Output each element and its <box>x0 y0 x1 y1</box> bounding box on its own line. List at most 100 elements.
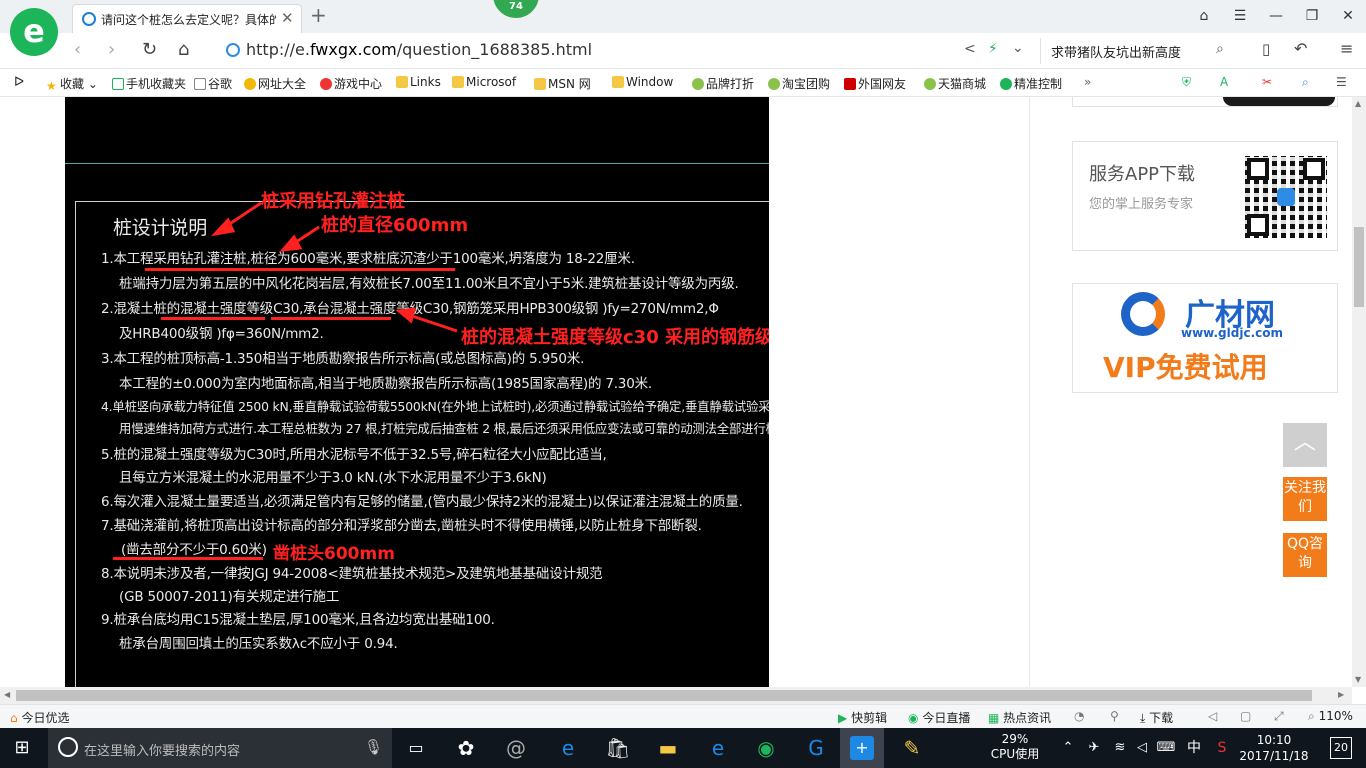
refresh-icon[interactable]: ↻ <box>142 39 157 60</box>
vertical-scrollbar[interactable]: ▲ ▼ <box>1352 97 1366 687</box>
sogou-icon[interactable]: S <box>1208 735 1236 761</box>
action-center-badge[interactable]: 20 <box>1330 737 1352 759</box>
clock-time: 10:10 <box>1256 733 1292 747</box>
restore-button[interactable]: ❐ <box>1294 0 1330 33</box>
bookmark-mobile[interactable]: 手机收藏夹 <box>112 75 186 92</box>
horizontal-scrollbar[interactable]: ◀ ▶ <box>0 687 1352 704</box>
gldjc-ad-card[interactable]: 广材网 www.gldjc.com VIP免费试用 <box>1072 283 1338 393</box>
bookmark-precise[interactable]: 精准控制 <box>1000 75 1062 92</box>
ad-cta: VIP免费试用 <box>1103 351 1268 384</box>
status-news[interactable]: ▦ 热点资讯 <box>988 709 1051 726</box>
bookmark-tmall[interactable]: 天猫商城 <box>924 75 986 92</box>
qq-consult-button[interactable]: QQ咨询 <box>1283 533 1327 577</box>
windows-taskbar: ⊞ 在这里输入你要搜索的内容 🎙 ▭ ✿ @ e 🛍 ▬ e ◉ G + ✎ 2… <box>0 728 1366 768</box>
bookmark-brand-sale[interactable]: 品牌打折 <box>692 75 754 92</box>
address-bar[interactable]: http://e.fwxgx.com/question_1688385.html <box>222 38 962 64</box>
tray-expand-icon[interactable]: ⌃ <box>1054 735 1082 761</box>
new-tab-button[interactable]: + <box>310 3 327 27</box>
phone-icon[interactable]: ▯ <box>1262 40 1270 58</box>
bookmark-links[interactable]: Links <box>396 75 441 89</box>
scroll-right-icon[interactable]: ▶ <box>1338 690 1344 699</box>
ie-icon[interactable]: e <box>704 735 732 761</box>
scroll-down-icon[interactable]: ▼ <box>1355 675 1361 684</box>
bookmark-foreign[interactable]: 外国网友 <box>844 75 906 92</box>
store-icon[interactable]: 🛍 <box>604 735 632 761</box>
keyboard-icon[interactable]: ⌨ <box>1152 735 1180 761</box>
scroll-up-icon[interactable]: ▲ <box>1355 99 1361 108</box>
cpu-usage-widget[interactable]: 29% CPU使用 <box>980 732 1050 762</box>
notepad-icon[interactable]: ✎ <box>898 735 926 761</box>
menu-icon[interactable]: ☰ <box>1222 0 1258 33</box>
forward-icon[interactable]: › <box>108 39 115 60</box>
app-download-card[interactable]: 服务APP下载 您的掌上服务专家 <box>1072 141 1338 251</box>
glodon-icon[interactable]: G <box>802 735 830 761</box>
scrollbar-thumb[interactable] <box>16 690 1312 701</box>
task-view-icon[interactable]: ▭ <box>402 735 430 761</box>
scissors-icon[interactable]: ✂ <box>1262 75 1272 89</box>
search-icon[interactable]: ⌕ <box>1216 41 1224 57</box>
pinwheel-app-icon[interactable]: ✿ <box>452 735 480 761</box>
edge-icon[interactable]: e <box>554 735 582 761</box>
more-menu-icon[interactable]: ≡ <box>1340 39 1353 58</box>
arrowhead <box>279 234 303 252</box>
taskbar-search-box[interactable]: 在这里输入你要搜索的内容 🎙 <box>48 728 392 768</box>
zoom-level[interactable]: ⌕ 110% <box>1308 709 1353 724</box>
browser-tab[interactable]: 请问这个桩怎么去定义呢？具体的 ✕ <box>72 4 302 33</box>
swirl-app-icon[interactable]: @ <box>502 735 530 761</box>
fullscreen-icon[interactable]: ⤢ <box>1274 709 1284 724</box>
speed-icon[interactable]: ◔ <box>1074 709 1084 723</box>
status-quick-edit[interactable]: ▶ 快剪辑 <box>838 709 887 726</box>
bookmark-google[interactable]: 谷歌 <box>194 75 232 92</box>
bookmark-sites[interactable]: 网址大全 <box>244 75 306 92</box>
bookmark-windows[interactable]: Window <box>612 75 673 89</box>
window-icon[interactable]: ▢ <box>1240 709 1251 723</box>
menu-icon[interactable]: ☰ <box>1336 75 1347 89</box>
broom-icon[interactable]: ⚲ <box>1110 709 1119 723</box>
chevron-down-icon[interactable]: ⌄ <box>1012 40 1024 56</box>
folder-icon <box>612 76 624 88</box>
back-to-top-button[interactable]: ︿ <box>1283 423 1327 467</box>
360-browser-icon[interactable]: ◉ <box>752 735 780 761</box>
lightning-icon[interactable]: ⚡ <box>988 41 998 57</box>
close-button[interactable]: ✕ <box>1330 0 1366 33</box>
today-picks[interactable]: ⌂ 今日优选 <box>10 709 69 726</box>
status-download[interactable]: ⤓ 下载 <box>1140 709 1173 726</box>
search-box[interactable]: 求带猪队友坑出新高度 <box>1040 38 1240 64</box>
star-icon: ★ <box>46 79 57 93</box>
scrollbar-thumb[interactable] <box>1354 227 1364 307</box>
share-icon[interactable]: < <box>964 41 976 57</box>
translate-icon[interactable]: A <box>1220 75 1228 89</box>
bookmark-overflow[interactable]: » <box>1084 75 1091 89</box>
sidebar-toggle-icon[interactable]: ᐅ <box>14 75 24 90</box>
undo-icon[interactable]: ↶ <box>1294 39 1307 58</box>
notification-badge[interactable]: 74 <box>493 0 539 18</box>
clock[interactable]: 10:10 2017/11/18 <box>1236 732 1312 764</box>
bookmark-games[interactable]: 游戏中心 <box>320 75 382 92</box>
ime-indicator[interactable]: 中 <box>1180 735 1208 761</box>
search-icon[interactable]: ⌕ <box>1302 75 1309 90</box>
sound-icon[interactable]: ◁ <box>1208 709 1217 723</box>
browser-logo-icon[interactable]: e <box>10 8 58 56</box>
tray-app-icon[interactable]: ✈ <box>1080 735 1108 761</box>
shield-icon[interactable]: ⛨ <box>1182 75 1191 90</box>
microphone-icon[interactable]: 🎙 <box>364 738 383 756</box>
close-tab-icon[interactable]: ✕ <box>281 9 294 27</box>
status-live[interactable]: ◉ 今日直播 <box>908 709 970 726</box>
annotation-arrows <box>210 201 458 333</box>
window-controls: ⌂ ☰ — ❐ ✕ <box>1186 0 1366 33</box>
back-icon[interactable]: ‹ <box>74 39 81 60</box>
windows-start-icon[interactable]: ⊞ <box>8 735 36 761</box>
home-icon[interactable]: ⌂ <box>178 39 189 60</box>
bookmark-taobao[interactable]: 淘宝团购 <box>768 75 830 92</box>
bookmark-msn[interactable]: MSN 网 <box>534 75 591 92</box>
scroll-left-icon[interactable]: ◀ <box>4 690 10 699</box>
skin-icon[interactable]: ⌂ <box>1186 0 1222 33</box>
minimize-button[interactable]: — <box>1258 0 1294 33</box>
bookmark-microsoft[interactable]: Microsof <box>452 75 516 89</box>
bookmark-favorites[interactable]: ★ 收藏 ⌄ <box>46 75 98 93</box>
file-explorer-icon[interactable]: ▬ <box>654 735 682 761</box>
active-app-tile[interactable]: + <box>840 728 884 768</box>
globe-icon <box>226 43 240 57</box>
leaf-icon <box>692 78 704 90</box>
follow-us-button[interactable]: 关注我们 <box>1283 477 1327 521</box>
